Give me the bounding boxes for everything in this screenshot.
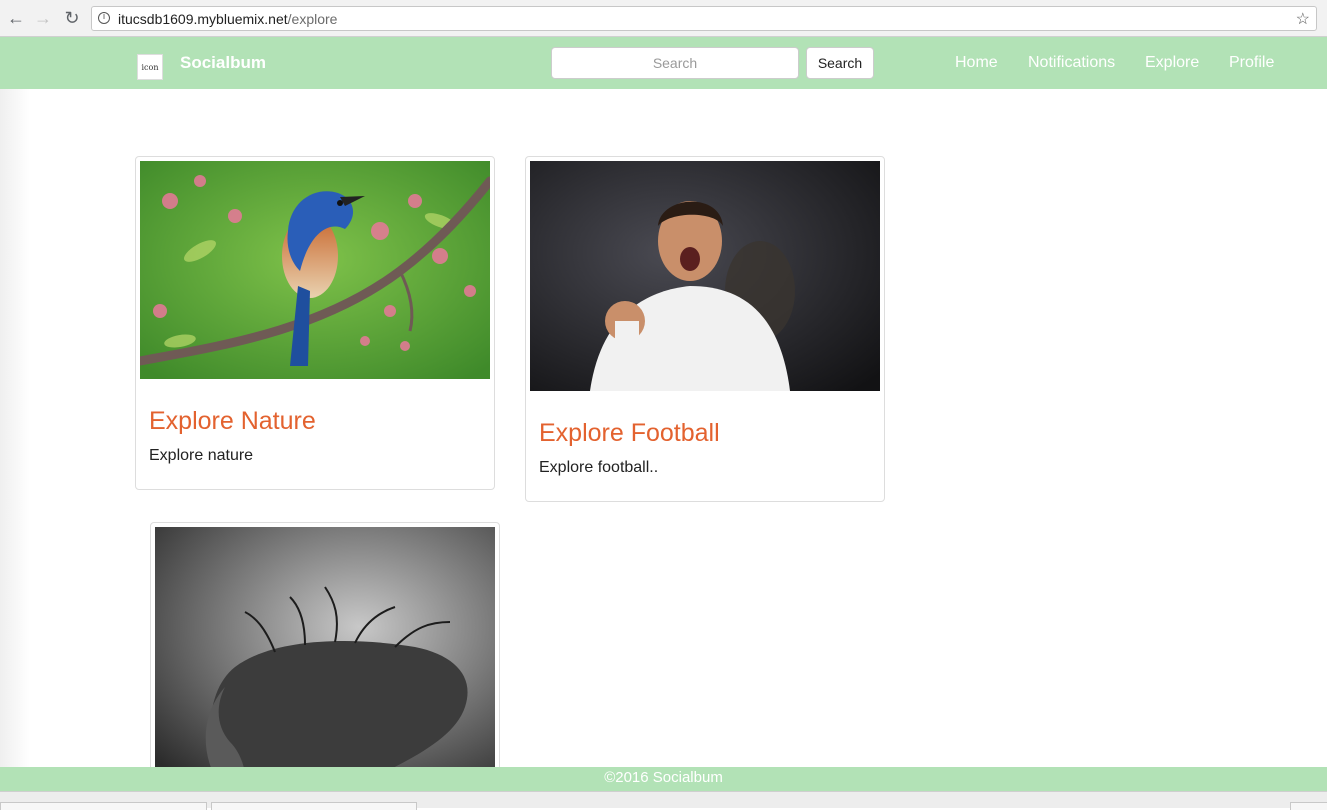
card-description: Explore football.. (539, 459, 659, 476)
card-title[interactable]: Explore Nature (149, 407, 316, 436)
explore-card-art[interactable] (150, 522, 500, 782)
logo[interactable]: icon (137, 54, 163, 80)
url-path: /explore (287, 11, 338, 27)
card-description: Explore nature (149, 447, 254, 464)
bird-photo[interactable] (140, 161, 490, 379)
url-host: itucsdb1609.mybluemix.net (118, 11, 288, 27)
footer-text: ©2016 Socialbum (604, 769, 723, 786)
search-input[interactable] (551, 47, 799, 79)
back-arrow-icon[interactable]: ← (6, 8, 26, 28)
forward-arrow-icon[interactable]: → (33, 8, 53, 28)
football-player-photo[interactable] (530, 161, 880, 391)
nav-link-home[interactable]: Home (955, 54, 998, 72)
url-text: itucsdb1609.mybluemix.net/explore (118, 11, 337, 27)
download-item[interactable] (211, 802, 417, 810)
browser-download-bar (0, 791, 1327, 810)
bookmark-star-icon[interactable]: ☆ (1296, 9, 1310, 29)
info-icon[interactable]: i (98, 12, 110, 24)
app-navbar: icon Socialbum Search Home Notifications… (0, 37, 1327, 89)
reload-icon[interactable]: ↻ (62, 8, 82, 28)
explore-card-football[interactable]: Explore Football Explore football.. (525, 156, 885, 502)
nav-link-profile[interactable]: Profile (1229, 54, 1274, 72)
download-item[interactable] (0, 802, 207, 810)
brand-name[interactable]: Socialbum (180, 53, 266, 73)
nav-link-notifications[interactable]: Notifications (1028, 54, 1115, 72)
search-button[interactable]: Search (806, 47, 874, 79)
explore-card-nature[interactable]: Explore Nature Explore nature (135, 156, 495, 490)
art-face-tree-photo[interactable] (155, 527, 495, 777)
browser-toolbar: ← → ↻ i itucsdb1609.mybluemix.net/explor… (0, 0, 1327, 37)
nav-link-explore[interactable]: Explore (1145, 54, 1199, 72)
page-footer: ©2016 Socialbum (0, 767, 1327, 791)
download-item[interactable] (1290, 802, 1327, 810)
card-title[interactable]: Explore Football (539, 419, 720, 448)
page-margin-shade (0, 89, 30, 767)
address-bar[interactable]: i itucsdb1609.mybluemix.net/explore ☆ (91, 6, 1317, 31)
